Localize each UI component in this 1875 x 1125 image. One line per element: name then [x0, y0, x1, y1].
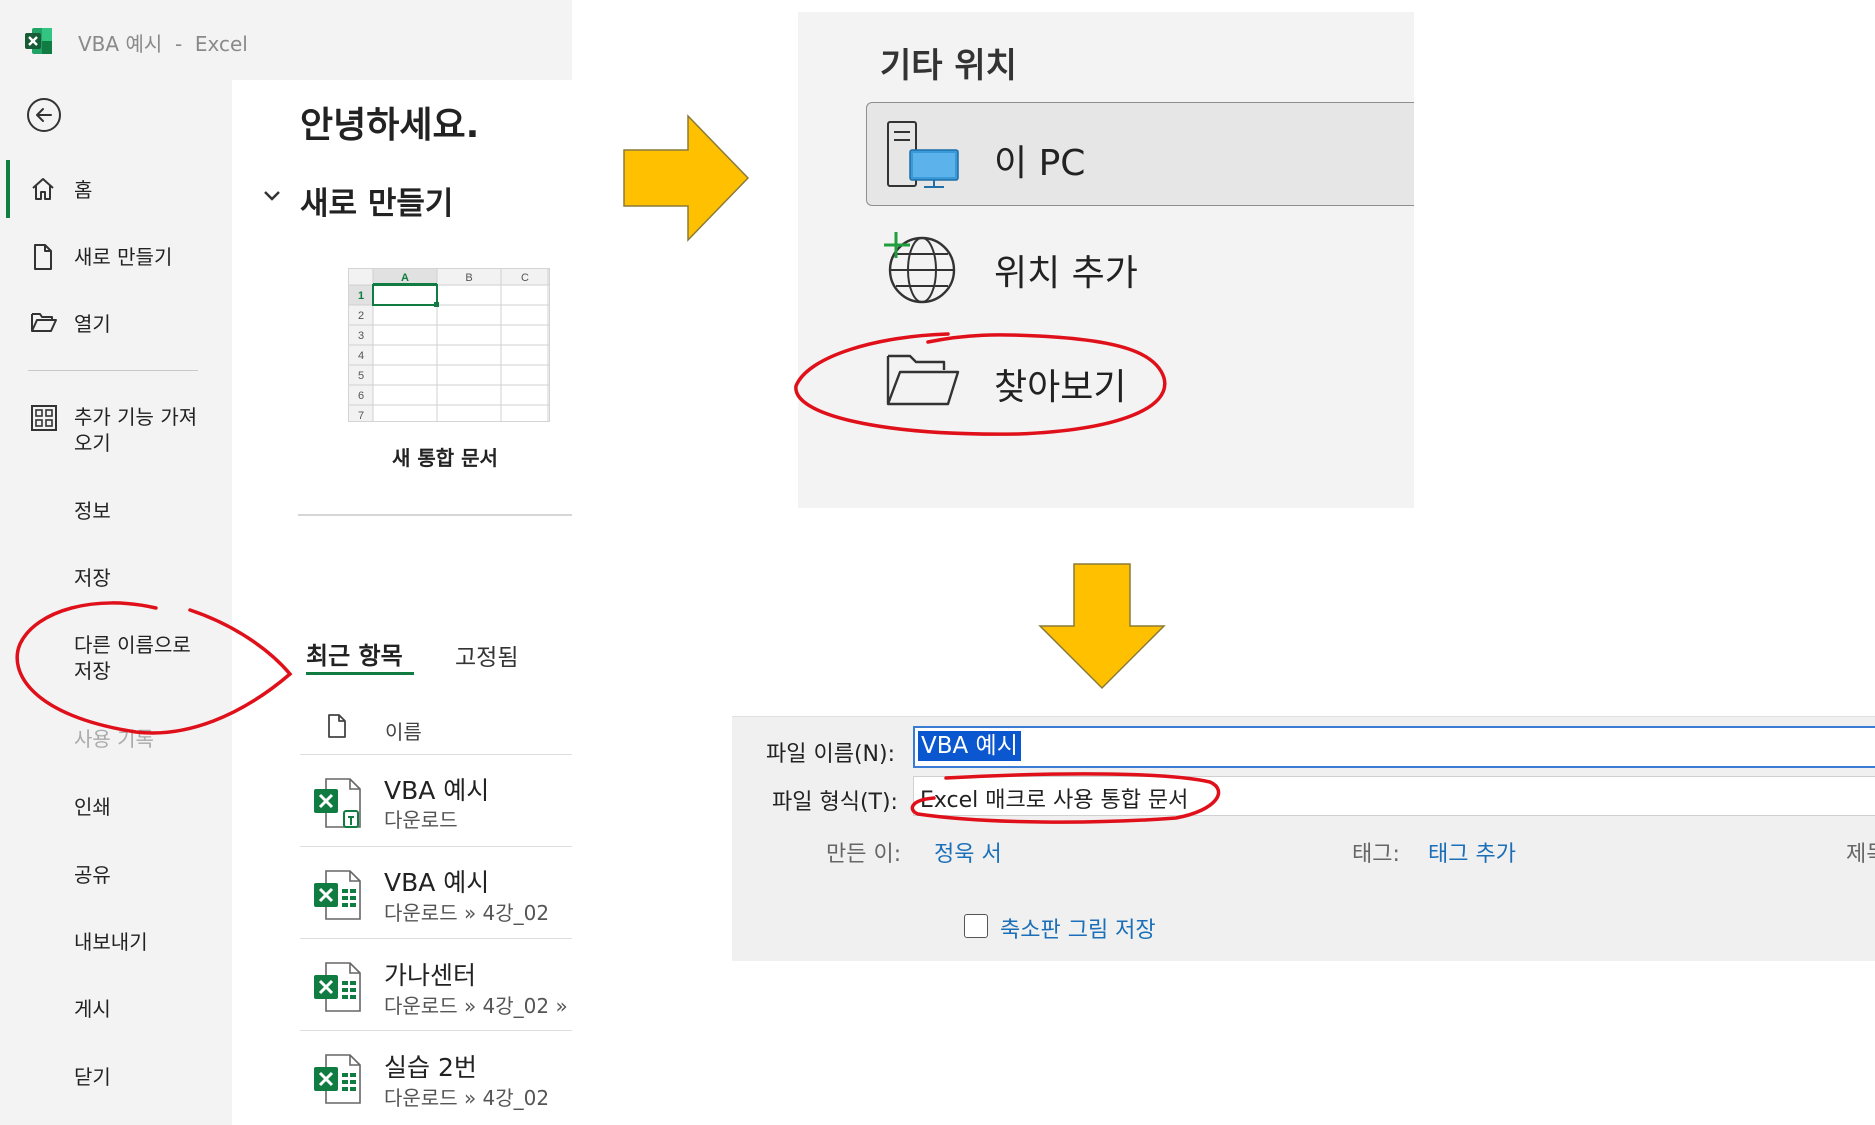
this-pc-icon [884, 120, 964, 196]
filetype-select-value[interactable]: Excel 매크로 사용 통합 문서 [920, 782, 1188, 814]
filename-input-value[interactable]: VBA 예시 [918, 731, 1021, 761]
add-location-globe-icon [882, 230, 958, 310]
filetype-label: 파일 형식(T): [772, 790, 898, 815]
grid-col-header: C [521, 272, 529, 284]
add-tag-link[interactable]: 태그 추가 [1428, 836, 1516, 868]
excel-file-icon [312, 1051, 368, 1111]
new-section-heading: 새로 만들기 [300, 186, 454, 222]
excel-file-icon [312, 867, 368, 927]
row-divider [300, 846, 572, 847]
grid-col-header: A [401, 272, 409, 284]
nav-item-new[interactable]: 새로 만들기 [74, 244, 172, 270]
grid-col-header: B [465, 272, 472, 284]
document-icon [326, 713, 348, 743]
greeting-heading: 안녕하세요. [300, 105, 480, 146]
row-divider [300, 1030, 572, 1031]
blank-workbook-thumbnail[interactable]: A B C 1 2 3 4 5 6 7 [348, 268, 550, 422]
arrow-down-icon [1038, 563, 1166, 690]
location-browse-label[interactable]: 찾아보기 [994, 358, 1126, 410]
grid-row-header: 6 [358, 390, 364, 402]
author-value[interactable]: 정욱 서 [934, 836, 1002, 868]
arrow-right-icon [623, 114, 750, 242]
grid-row-header: 2 [358, 310, 364, 322]
recent-file-name[interactable]: VBA 예시 [384, 863, 489, 899]
filename-label: 파일 이름(N): [766, 742, 895, 767]
tab-pinned[interactable]: 고정됨 [455, 638, 518, 672]
column-header-name[interactable]: 이름 [385, 716, 422, 745]
grid-row-header: 4 [358, 350, 364, 362]
recent-file-name[interactable]: 가나센터 [384, 956, 476, 992]
recent-file-path: 다운로드 [384, 808, 458, 832]
addins-grid-icon [30, 404, 58, 436]
folder-open-icon [30, 310, 58, 338]
blank-workbook-label[interactable]: 새 통합 문서 [392, 442, 498, 471]
other-locations-heading: 기타 위치 [880, 46, 1017, 86]
nav-item-save[interactable]: 저장 [74, 565, 111, 591]
nav-item-info[interactable]: 정보 [74, 498, 111, 524]
author-label: 만든 이: [826, 842, 902, 867]
excel-macro-file-icon [312, 775, 368, 835]
home-icon [30, 176, 56, 206]
recent-file-path: 다운로드 » 4강_02 » [384, 994, 568, 1018]
location-this-pc-label[interactable]: 이 PC [994, 134, 1085, 186]
nav-item-history: 사용 기록 [74, 727, 154, 751]
chevron-down-icon[interactable] [262, 188, 282, 207]
tab-selected-underline [306, 672, 414, 675]
row-divider [300, 754, 572, 755]
section-divider [298, 514, 572, 516]
grid-row-header: 5 [358, 370, 364, 382]
excel-logo-icon [24, 26, 54, 56]
nav-item-get-addins[interactable]: 추가 기능 가져 오기 [74, 404, 197, 456]
nav-item-print[interactable]: 인쇄 [74, 794, 111, 820]
grid-row-header: 3 [358, 330, 364, 342]
back-button[interactable] [27, 98, 61, 132]
window-title: VBA 예시 - Excel [78, 32, 248, 56]
nav-selected-indicator [6, 160, 10, 218]
excel-file-icon [312, 959, 368, 1019]
nav-item-open[interactable]: 열기 [74, 311, 111, 337]
nav-item-close[interactable]: 닫기 [74, 1064, 111, 1090]
tags-label: 태그: [1352, 842, 1400, 867]
browse-folder-icon [886, 352, 960, 412]
tab-recent[interactable]: 최근 항목 [306, 636, 403, 671]
recent-file-name[interactable]: VBA 예시 [384, 771, 489, 807]
nav-item-share[interactable]: 공유 [74, 862, 111, 888]
nav-item-export[interactable]: 내보내기 [74, 929, 148, 955]
grid-row-header: 1 [358, 290, 364, 302]
filename-input[interactable] [913, 726, 1875, 768]
arrow-left-icon [36, 108, 52, 122]
nav-item-publish[interactable]: 게시 [74, 996, 111, 1022]
nav-item-save-as[interactable]: 다른 이름으로 저장 [74, 632, 191, 684]
new-document-icon [30, 243, 56, 275]
recent-file-path: 다운로드 » 4강_02 [384, 901, 550, 925]
nav-item-home[interactable]: 홈 [74, 177, 92, 203]
recent-file-path: 다운로드 » 4강_02 [384, 1086, 550, 1110]
row-divider [300, 938, 572, 939]
recent-file-name[interactable]: 실습 2번 [384, 1048, 477, 1084]
location-add-label[interactable]: 위치 추가 [994, 244, 1138, 296]
grid-row-header: 7 [358, 410, 364, 421]
save-thumbnail-label[interactable]: 축소판 그림 저장 [1000, 912, 1156, 944]
nav-divider [28, 370, 198, 371]
title-label: 제목 [1846, 842, 1875, 867]
save-thumbnail-checkbox[interactable] [964, 914, 988, 938]
